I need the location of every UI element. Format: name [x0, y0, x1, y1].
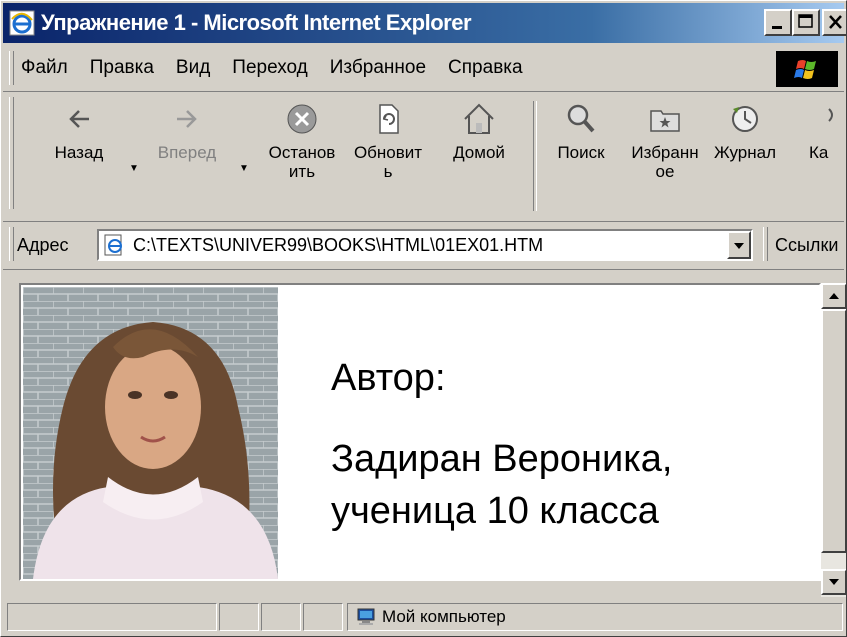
menu-go[interactable]: Переход: [232, 57, 307, 79]
forward-dropdown-arrow[interactable]: ▼: [239, 163, 249, 174]
title-bar[interactable]: Упражнение 1 - Microsoft Internet Explor…: [3, 3, 846, 43]
address-bar: Адрес C:\TEXTS\UNIVER99\BOOKS\HTML\01EX0…: [3, 223, 844, 270]
scrollbar-thumb[interactable]: [821, 309, 846, 553]
author-name: Задиран Вероника, ученица 10 класса: [331, 433, 672, 537]
channels-button[interactable]: Ка: [809, 99, 846, 162]
back-button[interactable]: Назад: [45, 99, 113, 162]
maximize-button[interactable]: [792, 9, 820, 36]
status-pane: [261, 603, 301, 631]
address-label: Адрес: [17, 235, 69, 255]
history-button[interactable]: Журнал: [707, 99, 783, 162]
history-icon: [732, 106, 758, 132]
status-pane: [303, 603, 343, 631]
toolbar-separator: [533, 101, 537, 211]
close-button[interactable]: [822, 9, 846, 36]
status-text-pane: [7, 603, 217, 631]
security-zone-pane: Мой компьютер: [347, 603, 843, 631]
windows-logo-icon: [776, 51, 838, 87]
minimize-icon: [772, 26, 782, 29]
menu-view[interactable]: Вид: [176, 57, 210, 79]
status-bar: Мой компьютер: [3, 601, 844, 634]
back-dropdown-arrow[interactable]: ▼: [129, 163, 139, 174]
minimize-button[interactable]: [764, 9, 792, 36]
scroll-down-button[interactable]: [821, 569, 846, 595]
window-title: Упражнение 1 - Microsoft Internet Explor…: [41, 10, 472, 35]
address-input[interactable]: C:\TEXTS\UNIVER99\BOOKS\HTML\01EX01.HTM: [97, 229, 753, 261]
refresh-icon: [379, 104, 399, 134]
stop-icon: [287, 104, 317, 134]
vertical-scrollbar[interactable]: [821, 283, 846, 597]
menu-help[interactable]: Справка: [448, 57, 523, 79]
channels-icon: [828, 108, 833, 122]
zone-label: Мой компьютер: [382, 607, 506, 626]
scroll-down-arrow-icon: [829, 579, 839, 585]
home-icon: [464, 103, 494, 134]
page-content: Автор: Задиран Вероника, ученица 10 клас…: [19, 283, 821, 581]
author-label: Автор:: [331, 357, 446, 399]
page-icon: [104, 234, 122, 256]
stop-button[interactable]: Останов ить: [259, 99, 345, 181]
favorites-button[interactable]: Избранн ое: [625, 99, 705, 181]
menubar-grip[interactable]: [9, 51, 14, 85]
menu-file[interactable]: Файл: [21, 57, 68, 79]
ie-logo-icon: [9, 10, 35, 36]
author-photo: [23, 287, 278, 579]
menu-favorites[interactable]: Избранное: [330, 57, 426, 79]
back-arrow-icon: [69, 110, 89, 128]
scroll-up-arrow-icon: [829, 293, 839, 299]
chevron-down-icon: [734, 243, 744, 249]
toolbar-grip[interactable]: [9, 97, 14, 209]
search-button[interactable]: Поиск: [549, 99, 613, 162]
links-grip[interactable]: [763, 227, 768, 261]
scroll-up-button[interactable]: [821, 283, 846, 309]
close-icon: [829, 15, 842, 29]
status-pane: [219, 603, 259, 631]
forward-button[interactable]: Вперед: [153, 99, 221, 162]
author-name-line2: ученица 10 класса: [331, 490, 659, 532]
address-url: C:\TEXTS\UNIVER99\BOOKS\HTML\01EX01.HTM: [133, 235, 544, 255]
address-dropdown-button[interactable]: [727, 231, 751, 259]
standard-toolbar: Назад ▼ Вперед ▼ Останов ить Обновит ь Д…: [3, 93, 844, 222]
favorites-icon: [650, 110, 680, 132]
forward-arrow-icon: [177, 110, 197, 128]
search-icon: [567, 104, 595, 133]
links-button[interactable]: Ссылки: [775, 235, 838, 256]
computer-icon: [357, 608, 375, 625]
maximize-icon: [798, 14, 813, 28]
menu-edit[interactable]: Правка: [90, 57, 154, 79]
browser-window: Упражнение 1 - Microsoft Internet Explor…: [0, 0, 847, 637]
author-name-line1: Задиран Вероника,: [331, 438, 673, 480]
addressbar-grip[interactable]: [9, 227, 14, 261]
menu-bar: Файл Правка Вид Переход Избранное Справк…: [3, 47, 844, 92]
home-button[interactable]: Домой: [443, 99, 515, 162]
refresh-button[interactable]: Обновит ь: [347, 99, 429, 181]
